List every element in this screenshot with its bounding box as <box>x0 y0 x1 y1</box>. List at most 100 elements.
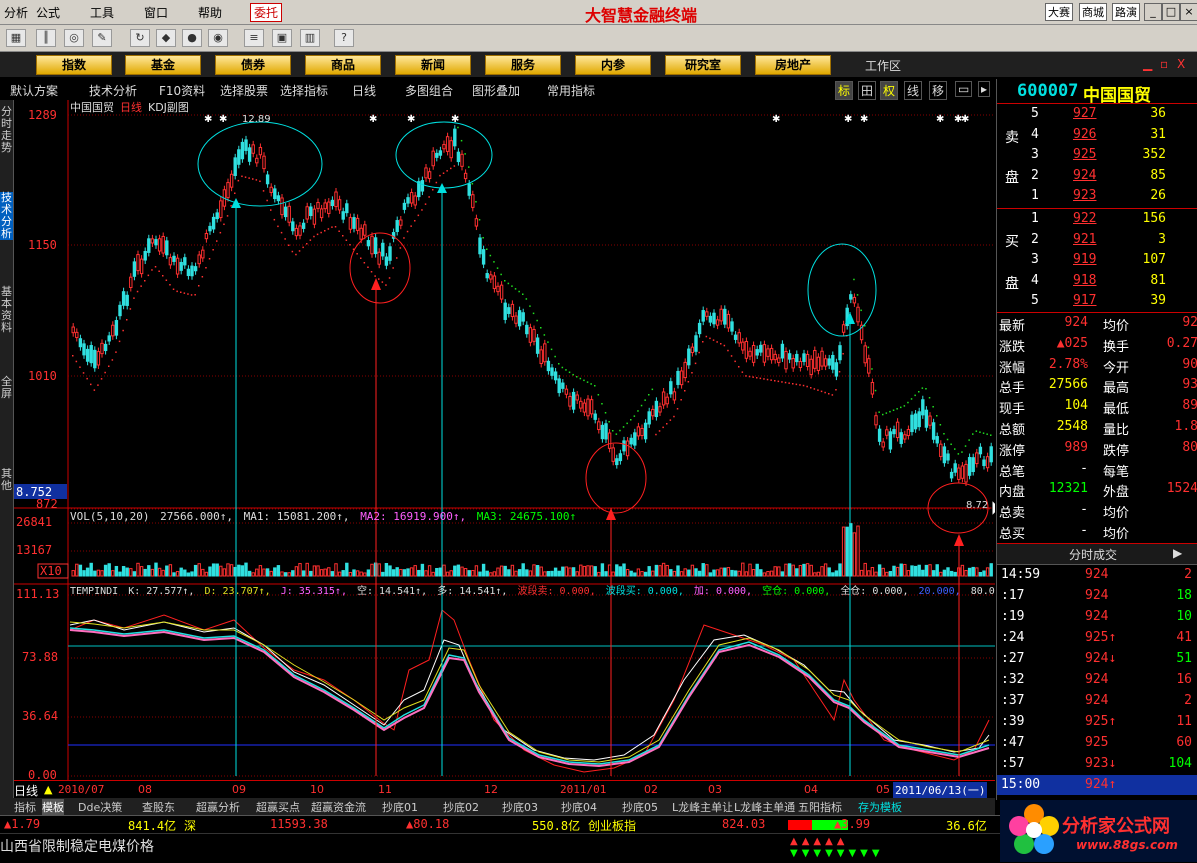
btab-dip03[interactable]: 抄底03 <box>502 799 538 815</box>
order-level-row[interactable]: 1 922 156 <box>997 209 1197 229</box>
btab-save-template[interactable]: 存为模板 <box>858 799 902 815</box>
price-label: 872 <box>36 497 58 511</box>
cat-news[interactable]: 新闻 <box>395 55 471 75</box>
cat-realestate[interactable]: 房地产 <box>755 55 831 75</box>
cat-commodity[interactable]: 商品 <box>305 55 381 75</box>
tab-move[interactable]: 移 <box>929 81 948 100</box>
trail-dot <box>482 237 484 239</box>
tab-multi-chart[interactable]: 多图组合 <box>405 82 453 99</box>
chart-bars-icon[interactable]: ║ <box>36 29 56 47</box>
order-level-row[interactable]: 1 923 26 <box>997 186 1197 206</box>
tab-tech-analysis[interactable]: 技术分析 <box>89 82 137 99</box>
side-fullscreen[interactable]: 全屏 <box>0 376 13 400</box>
globe-icon[interactable]: ◉ <box>208 29 228 47</box>
diamond-icon[interactable]: ◆ <box>156 29 176 47</box>
ticks-expand-icon[interactable]: ▶ <box>1173 546 1182 560</box>
tab-common-indicators[interactable]: 常用指标 <box>547 82 595 99</box>
news-headline[interactable]: 山西省限制稳定电煤价格 <box>0 836 154 856</box>
cat-research[interactable]: 研究室 <box>665 55 741 75</box>
tab-line[interactable]: 线 <box>904 81 923 100</box>
side-intraday[interactable]: 分时走势 <box>0 106 13 154</box>
trail-dot <box>306 243 308 245</box>
tab-window-icon[interactable]: ▭ <box>955 81 973 97</box>
tab-grid[interactable]: 田 <box>858 81 877 100</box>
volume-bar <box>93 570 97 577</box>
btab-five-yang[interactable]: 五阳指标 <box>798 799 842 815</box>
menu-formula[interactable]: 公式 <box>36 4 60 21</box>
side-basic[interactable]: 基本资料 <box>0 286 13 334</box>
news-ticker[interactable]: 山西省限制稳定电煤价格 ▲▲▲▲▲ ▼▼▼▼▼▼▼▼ <box>0 833 1000 863</box>
btab-dde[interactable]: Dde决策 <box>78 799 122 815</box>
window-icon[interactable]: ▣ <box>272 29 292 47</box>
trail-dot <box>662 426 664 429</box>
tab-mark[interactable]: 标 <box>835 81 854 100</box>
chart-area[interactable]: 1289 1150 1010 8.752 872 26841 13167 X10… <box>14 100 1007 782</box>
panel-restore-icon[interactable]: ▫ <box>1160 57 1168 71</box>
candle-body <box>633 432 637 446</box>
cat-index[interactable]: 指数 <box>36 55 112 75</box>
btab-cy-flow[interactable]: 超赢资金流 <box>311 799 366 815</box>
keyboard-icon[interactable]: ▦ <box>6 29 26 47</box>
panel-close-icon[interactable]: X <box>1177 57 1185 71</box>
tab-expand-icon[interactable]: ▸ <box>978 81 991 97</box>
tab-default-scheme[interactable]: 默认方案 <box>10 82 58 99</box>
btab-lf-main1[interactable]: L龙峰主单让 <box>672 799 733 815</box>
menu-tools[interactable]: 工具 <box>90 4 114 21</box>
btab-dip02[interactable]: 抄底02 <box>443 799 479 815</box>
mall-button[interactable]: 商城 <box>1079 3 1107 21</box>
notes-icon[interactable]: ≡ <box>244 29 264 47</box>
tab-overlay[interactable]: 图形叠加 <box>472 82 520 99</box>
btab-shareholder[interactable]: 查股东 <box>142 799 175 815</box>
volume-bar <box>521 563 525 577</box>
ticks-header[interactable]: 分时成交 ▶ <box>997 543 1197 565</box>
close-icon[interactable]: × <box>1180 3 1197 21</box>
candle-body <box>265 174 270 185</box>
menu-analysis[interactable]: 分析 <box>4 4 28 21</box>
btab-dip04[interactable]: 抄底04 <box>561 799 597 815</box>
btab-dip01[interactable]: 抄底01 <box>382 799 418 815</box>
roadshow-button[interactable]: 路演 <box>1112 3 1140 21</box>
panel-min-icon[interactable]: ▁ <box>1143 57 1152 71</box>
binoculars-icon[interactable]: ◎ <box>64 29 84 47</box>
order-level-row[interactable]: 3 919 107 <box>997 250 1197 270</box>
btab-cy-analysis[interactable]: 超赢分析 <box>196 799 240 815</box>
side-other[interactable]: 其他 <box>0 468 13 492</box>
trade-button[interactable]: 委托 <box>250 3 283 22</box>
cat-service[interactable]: 服务 <box>485 55 561 75</box>
order-level-row[interactable]: 2 924 85 <box>997 166 1197 186</box>
btab-cy-buy[interactable]: 超赢买点 <box>256 799 300 815</box>
cat-fund[interactable]: 基金 <box>125 55 201 75</box>
order-level-row[interactable]: 3 925 352 <box>997 145 1197 165</box>
order-level-row[interactable]: 5 927 36 <box>997 104 1197 124</box>
contest-button[interactable]: 大赛 <box>1045 3 1073 21</box>
candle-body <box>690 346 695 354</box>
help-pointer-icon[interactable]: ? <box>334 29 354 47</box>
books-icon[interactable]: ▥ <box>300 29 320 47</box>
cat-bond[interactable]: 债券 <box>215 55 291 75</box>
tab-select-indicator[interactable]: 选择指标 <box>280 82 328 99</box>
minimize-icon[interactable]: _ <box>1144 3 1162 21</box>
pen-icon[interactable]: ✎ <box>92 29 112 47</box>
refresh-icon[interactable]: ↻ <box>130 29 150 47</box>
red-circle-icon[interactable]: ● <box>182 29 202 47</box>
order-level-row[interactable]: 4 926 31 <box>997 125 1197 145</box>
btab-template[interactable]: 模板 <box>42 799 64 815</box>
tab-f10[interactable]: F10资料 <box>159 82 205 99</box>
order-level-row[interactable]: 4 918 81 <box>997 271 1197 291</box>
side-tech[interactable]: 技术分析 <box>0 192 13 240</box>
btab-dip05[interactable]: 抄底05 <box>622 799 658 815</box>
tab-select-stock[interactable]: 选择股票 <box>220 82 268 99</box>
candle-body <box>827 358 831 366</box>
maximize-icon[interactable]: □ <box>1162 3 1180 21</box>
menu-help[interactable]: 帮助 <box>198 4 222 21</box>
cat-insider[interactable]: 内参 <box>575 55 651 75</box>
btab-indicator[interactable]: 指标 <box>14 799 36 815</box>
tab-daily[interactable]: 日线 <box>352 82 376 99</box>
workspace-label[interactable]: 工作区 <box>865 57 901 74</box>
menu-window[interactable]: 窗口 <box>144 4 168 21</box>
order-level-row[interactable]: 2 921 3 <box>997 230 1197 250</box>
btab-lf-main2[interactable]: L龙峰主单通 <box>734 799 795 815</box>
period-up-icon[interactable]: ▲ <box>44 783 52 796</box>
order-level-row[interactable]: 5 917 39 <box>997 291 1197 311</box>
tab-rights[interactable]: 权 <box>880 81 899 100</box>
